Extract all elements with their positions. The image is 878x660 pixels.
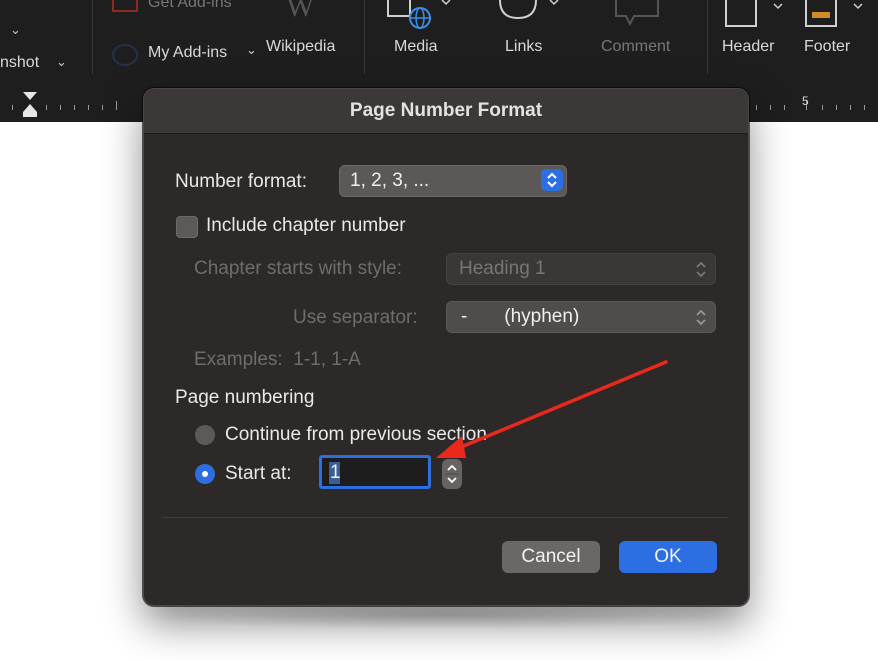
my-addins-button[interactable]: My Add-ins — [148, 44, 227, 62]
include-chapter-checkbox[interactable] — [176, 216, 198, 238]
ruler-tick — [60, 105, 61, 110]
popup-chevrons-icon — [696, 309, 706, 326]
ruler-tick — [12, 105, 13, 110]
ruler-tick — [822, 105, 823, 110]
page-numbering-heading: Page numbering — [175, 387, 315, 408]
chevron-down-icon[interactable]: ⌄ — [10, 22, 21, 38]
stepper-arrows-icon — [445, 464, 459, 484]
continue-label[interactable]: Continue from previous section — [225, 424, 487, 446]
wikipedia-icon: W — [286, 0, 315, 23]
wikipedia-button[interactable]: Wikipedia — [266, 38, 335, 56]
ruler-tick — [784, 105, 785, 110]
cancel-button[interactable]: Cancel — [502, 541, 600, 573]
ruler-tick — [864, 105, 865, 110]
dialog-titlebar[interactable]: Page Number Format — [144, 89, 748, 134]
indent-marker-icon[interactable] — [22, 92, 38, 118]
chapter-style-label: Chapter starts with style: — [194, 258, 403, 279]
ruler-number: 5 — [802, 94, 809, 108]
store-icon — [112, 0, 138, 12]
ribbon-separator — [707, 0, 708, 74]
chapter-style-popup[interactable]: Heading 1 — [446, 253, 716, 285]
ruler-tick — [46, 105, 47, 110]
start-at-input[interactable]: 1 — [319, 455, 431, 489]
comment-button[interactable]: Comment — [601, 38, 670, 56]
dialog-divider — [162, 517, 728, 518]
ruler-tick — [756, 105, 757, 110]
separator-popup[interactable]: - (hyphen) — [446, 301, 716, 333]
ruler-tick — [116, 101, 117, 110]
ribbon-separator — [92, 0, 93, 74]
examples-text: Examples: 1-1, 1-A — [194, 349, 361, 370]
links-button[interactable]: Links — [505, 38, 542, 56]
ruler-tick — [770, 105, 771, 110]
start-at-label[interactable]: Start at: — [225, 463, 292, 485]
media-icon — [387, 0, 451, 29]
media-button[interactable]: Media — [394, 38, 438, 56]
ruler-tick — [836, 105, 837, 110]
ribbon-toolbar: ⌄ nshot ⌄ Get Add-ins My Add-ins ⌄ W Wik… — [0, 0, 878, 88]
header-icon — [725, 0, 783, 27]
number-format-value: 1, 2, 3, ... — [350, 170, 430, 191]
popup-chevrons-icon — [541, 169, 563, 191]
ruler-tick — [102, 105, 103, 110]
page-number-format-dialog: Page Number Format Number format: 1, 2, … — [143, 88, 749, 606]
link-icon — [499, 0, 559, 20]
chapter-style-value: Heading 1 — [459, 258, 546, 279]
footer-icon — [805, 0, 863, 27]
start-at-stepper[interactable] — [442, 459, 462, 489]
ok-button[interactable]: OK — [619, 541, 717, 573]
chevron-down-icon[interactable]: ⌄ — [246, 42, 257, 58]
ribbon-separator — [364, 0, 365, 74]
footer-button[interactable]: Footer — [804, 38, 850, 56]
separator-label: Use separator: — [293, 307, 418, 328]
screenshot-button-label[interactable]: nshot — [0, 54, 39, 72]
popup-chevrons-icon — [696, 261, 706, 278]
start-at-radio[interactable] — [195, 464, 215, 484]
ruler-tick — [850, 105, 851, 110]
ruler-tick — [74, 105, 75, 110]
number-format-label: Number format: — [175, 171, 307, 192]
start-at-value: 1 — [330, 462, 341, 483]
number-format-popup[interactable]: 1, 2, 3, ... — [339, 165, 567, 197]
include-chapter-label[interactable]: Include chapter number — [206, 215, 406, 237]
addins-icon — [112, 44, 138, 66]
get-addins-button[interactable]: Get Add-ins — [148, 0, 232, 12]
ruler-tick — [88, 105, 89, 110]
separator-value: - (hyphen) — [461, 306, 580, 327]
continue-radio[interactable] — [195, 425, 215, 445]
header-button[interactable]: Header — [722, 38, 774, 56]
chevron-down-icon[interactable]: ⌄ — [56, 54, 67, 70]
comment-icon — [615, 0, 659, 27]
dialog-title: Page Number Format — [349, 100, 543, 121]
